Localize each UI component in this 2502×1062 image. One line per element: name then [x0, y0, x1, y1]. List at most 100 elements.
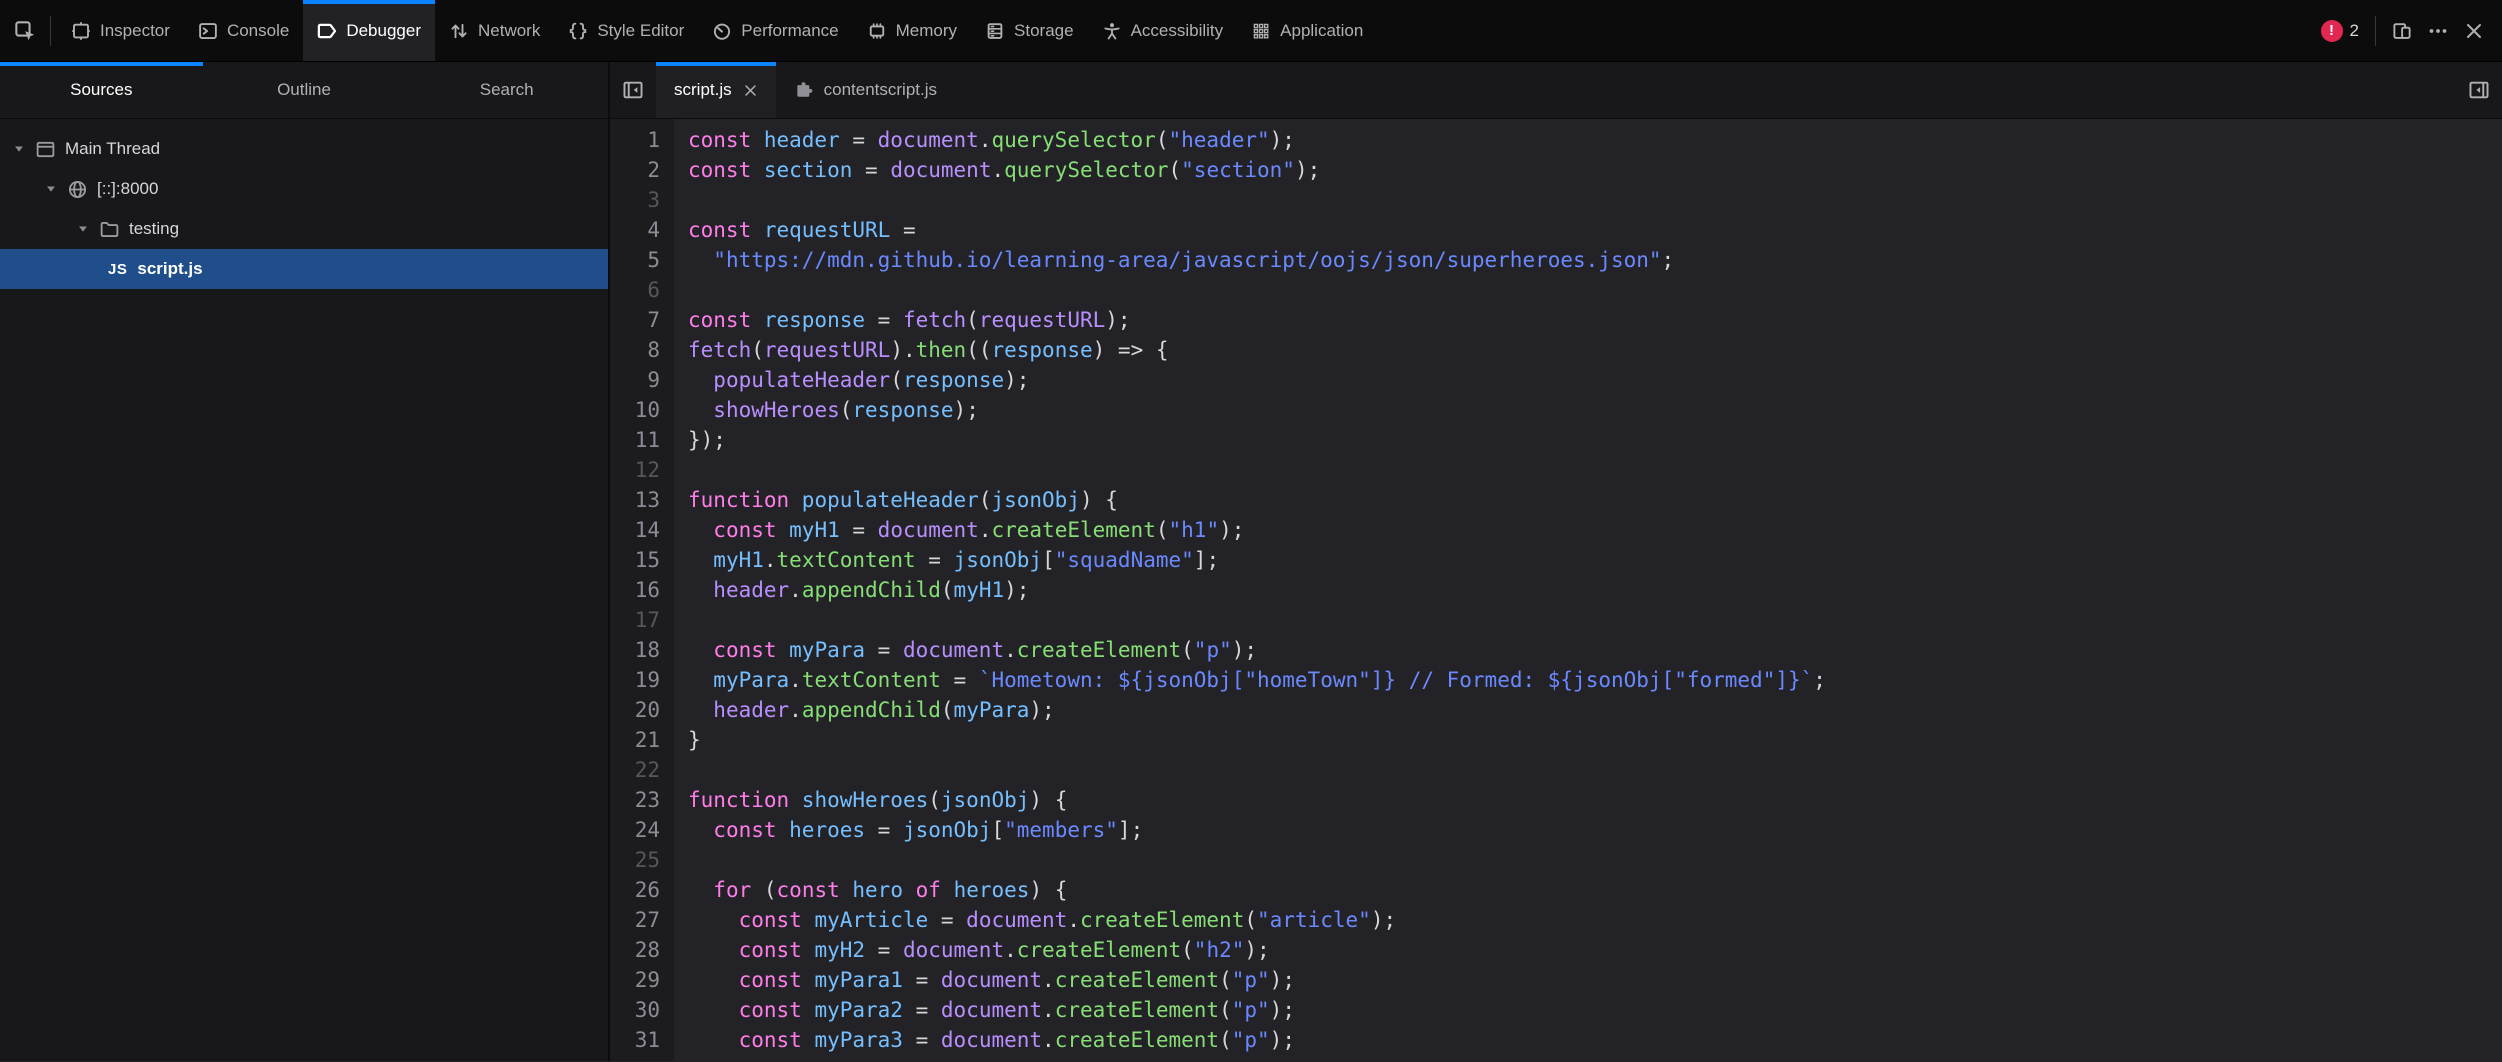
tab-performance[interactable]: Performance — [698, 0, 852, 61]
code-line[interactable]: } — [674, 725, 701, 755]
close-tab-icon[interactable] — [743, 83, 758, 98]
code-line[interactable]: const response = fetch(requestURL); — [674, 305, 1131, 335]
line-number[interactable]: 2 — [610, 155, 674, 185]
line-number[interactable]: 25 — [610, 845, 674, 875]
line-number[interactable]: 3 — [610, 185, 674, 215]
code-line[interactable] — [674, 605, 688, 635]
line-number[interactable]: 11 — [610, 425, 674, 455]
source-tabs: script.jscontentscript.js — [656, 62, 955, 118]
tab-debugger[interactable]: Debugger — [303, 0, 435, 61]
line-number[interactable]: 19 — [610, 665, 674, 695]
expander-caret-icon[interactable] — [44, 182, 58, 196]
expander-caret-icon[interactable] — [12, 142, 26, 156]
line-number[interactable]: 28 — [610, 935, 674, 965]
line-number[interactable]: 1 — [610, 125, 674, 155]
code-line[interactable]: for (const hero of heroes) { — [674, 875, 1067, 905]
line-number[interactable]: 6 — [610, 275, 674, 305]
line-number[interactable]: 21 — [610, 725, 674, 755]
code-line[interactable]: fetch(requestURL).then((response) => { — [674, 335, 1169, 365]
code-line[interactable]: const myPara3 = document.createElement("… — [674, 1025, 1295, 1055]
tab-application[interactable]: Application — [1237, 0, 1377, 61]
tab-accessibility[interactable]: Accessibility — [1088, 0, 1238, 61]
panel-toggle-right-icon — [2468, 79, 2490, 101]
tree-item--8000[interactable]: [::]:8000 — [0, 169, 608, 209]
code-line[interactable]: const myPara2 = document.createElement("… — [674, 995, 1295, 1025]
tree-item-testing[interactable]: testing — [0, 209, 608, 249]
line-number[interactable]: 31 — [610, 1025, 674, 1055]
code-line[interactable]: const requestURL = — [674, 215, 916, 245]
line-number[interactable]: 22 — [610, 755, 674, 785]
tab-memory[interactable]: Memory — [853, 0, 971, 61]
tab-style-editor[interactable]: Style Editor — [554, 0, 698, 61]
line-number[interactable]: 8 — [610, 335, 674, 365]
line-number[interactable]: 7 — [610, 305, 674, 335]
code-line[interactable]: const myPara = document.createElement("p… — [674, 635, 1257, 665]
code-line[interactable]: populateHeader(response); — [674, 365, 1029, 395]
code-line[interactable] — [674, 755, 688, 785]
code-line[interactable] — [674, 845, 688, 875]
code-line[interactable]: const myArticle = document.createElement… — [674, 905, 1396, 935]
pick-element-button[interactable] — [0, 0, 50, 61]
tab-storage[interactable]: Storage — [971, 0, 1088, 61]
code-line[interactable]: const myPara1 = document.createElement("… — [674, 965, 1295, 995]
line-number[interactable]: 10 — [610, 395, 674, 425]
code-line[interactable]: "https://mdn.github.io/learning-area/jav… — [674, 245, 1674, 275]
code-line[interactable]: header.appendChild(myPara); — [674, 695, 1055, 725]
code-line-row: 12 — [610, 455, 2502, 485]
code-line[interactable]: showHeroes(response); — [674, 395, 979, 425]
tree-item-script.js[interactable]: JSscript.js — [0, 249, 608, 289]
code-line[interactable]: function populateHeader(jsonObj) { — [674, 485, 1118, 515]
line-number[interactable]: 26 — [610, 875, 674, 905]
collapse-sources-panel-button[interactable] — [610, 62, 656, 118]
tab-console[interactable]: Console — [184, 0, 303, 61]
sidebar-tab-search[interactable]: Search — [405, 62, 608, 118]
code-line[interactable] — [674, 275, 688, 305]
line-number[interactable]: 23 — [610, 785, 674, 815]
line-number[interactable]: 17 — [610, 605, 674, 635]
expander-caret-icon[interactable] — [76, 222, 90, 236]
line-number[interactable]: 14 — [610, 515, 674, 545]
line-number[interactable]: 5 — [610, 245, 674, 275]
line-number[interactable]: 20 — [610, 695, 674, 725]
responsive-design-mode-icon[interactable] — [2392, 21, 2412, 41]
code-line[interactable]: myPara.textContent = `Hometown: ${jsonOb… — [674, 665, 1826, 695]
code-editor: 1const header = document.querySelector("… — [610, 119, 2502, 1061]
code-line[interactable]: header.appendChild(myH1); — [674, 575, 1029, 605]
line-number[interactable]: 29 — [610, 965, 674, 995]
code-line[interactable]: }); — [674, 425, 726, 455]
close-devtools-icon[interactable] — [2464, 21, 2484, 41]
line-number[interactable]: 13 — [610, 485, 674, 515]
source-tab-contentscript.js[interactable]: contentscript.js — [776, 62, 955, 118]
code-line[interactable]: const myH2 = document.createElement("h2"… — [674, 935, 1270, 965]
code-line[interactable]: function showHeroes(jsonObj) { — [674, 785, 1067, 815]
tab-network[interactable]: Network — [435, 0, 554, 61]
meatball-menu-icon[interactable] — [2428, 21, 2448, 41]
code-line[interactable]: const section = document.querySelector("… — [674, 155, 1320, 185]
code-line-row: 13function populateHeader(jsonObj) { — [610, 485, 2502, 515]
tree-item-label: testing — [129, 219, 179, 239]
code-line[interactable]: const header = document.querySelector("h… — [674, 125, 1295, 155]
code-line[interactable] — [674, 185, 688, 215]
code-line[interactable] — [674, 455, 688, 485]
line-number[interactable]: 27 — [610, 905, 674, 935]
source-tab-script.js[interactable]: script.js — [656, 62, 776, 118]
sidebar-tab-outline[interactable]: Outline — [203, 62, 406, 118]
line-number[interactable]: 15 — [610, 545, 674, 575]
line-number[interactable]: 18 — [610, 635, 674, 665]
line-number[interactable]: 9 — [610, 365, 674, 395]
tab-label: Storage — [1014, 21, 1074, 41]
code-line[interactable]: const myH1 = document.createElement("h1"… — [674, 515, 1244, 545]
tab-inspector[interactable]: Inspector — [57, 0, 184, 61]
code-line[interactable]: const heroes = jsonObj["members"]; — [674, 815, 1143, 845]
sidebar-tab-sources[interactable]: Sources — [0, 62, 203, 118]
code-line[interactable]: myH1.textContent = jsonObj["squadName"]; — [674, 545, 1219, 575]
line-number[interactable]: 16 — [610, 575, 674, 605]
toolbar-separator — [50, 16, 51, 46]
line-number[interactable]: 4 — [610, 215, 674, 245]
line-number[interactable]: 12 — [610, 455, 674, 485]
line-number[interactable]: 30 — [610, 995, 674, 1025]
expand-debugger-panel-button[interactable] — [2456, 62, 2502, 118]
line-number[interactable]: 24 — [610, 815, 674, 845]
error-badge[interactable]: ! 2 — [2321, 20, 2359, 42]
tree-item-main-thread[interactable]: Main Thread — [0, 129, 608, 169]
